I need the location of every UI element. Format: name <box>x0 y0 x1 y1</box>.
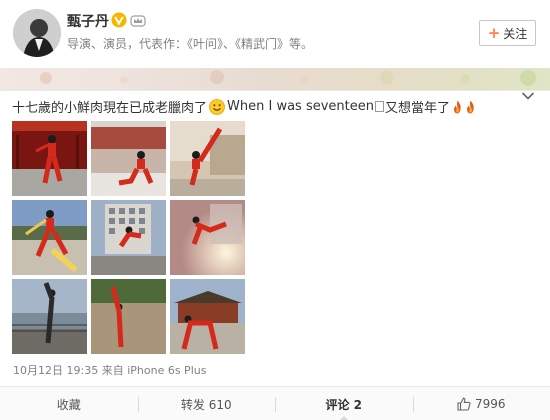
username[interactable]: 甄子丹 <box>67 11 109 31</box>
favorite-button[interactable]: 收藏 <box>0 387 138 420</box>
cover-dot <box>520 70 536 86</box>
martial-arts-photo <box>170 121 245 196</box>
post-image-5[interactable] <box>91 200 166 275</box>
missing-glyph-icon <box>374 101 384 112</box>
like-count: 7996 <box>474 397 506 411</box>
post-image-8[interactable] <box>91 279 166 354</box>
martial-arts-photo <box>91 121 166 196</box>
follow-label: 关注 <box>503 26 528 41</box>
post-image-1[interactable] <box>12 121 87 196</box>
repost-button[interactable]: 转发 610 <box>137 387 276 420</box>
post-image-3[interactable] <box>170 121 245 196</box>
post-text-chinese-2: 又想當年了 <box>384 101 450 116</box>
thumbs-up-icon <box>457 397 471 411</box>
verified-icon <box>111 12 127 28</box>
avatar-image <box>13 9 61 57</box>
avatar[interactable] <box>13 9 61 57</box>
profile-header: 甄子丹 导演、演员，代表作：《叶问》、《精武门》等。 + 关注 <box>0 0 550 68</box>
post-image-9[interactable] <box>170 279 245 354</box>
smile-emoji-icon <box>209 98 225 115</box>
post-date[interactable]: 10月12日 19:35 <box>13 364 98 377</box>
cover-dot <box>300 75 309 84</box>
post-source-prefix: 来自 <box>101 364 124 377</box>
martial-arts-photo <box>12 279 87 354</box>
martial-arts-photo <box>170 200 245 275</box>
martial-arts-photo <box>91 279 166 354</box>
post-text-chinese: 十七歲的小鮮肉現在已成老臘肉了 <box>12 101 208 116</box>
post-text-english: When I was seventeen <box>227 99 374 114</box>
post-card: 十七歲的小鮮肉現在已成老臘肉了 When I was seventeen 又想當… <box>0 90 550 420</box>
fire-emoji-icon <box>467 100 474 113</box>
martial-arts-photo <box>170 279 245 354</box>
post-image-6[interactable] <box>170 200 245 275</box>
chevron-down-icon[interactable] <box>521 91 535 101</box>
cover-dot <box>120 76 128 84</box>
follow-button[interactable]: + 关注 <box>479 20 536 46</box>
post-image-7[interactable] <box>12 279 87 354</box>
fire-emoji-icon <box>454 100 461 113</box>
cover-dot <box>210 70 224 84</box>
cover-dot <box>460 74 470 84</box>
plus-icon: + <box>487 23 501 42</box>
post-meta: 10月12日 19:35 来自 iPhone 6s Plus <box>13 362 206 378</box>
post-source[interactable]: iPhone 6s Plus <box>127 364 206 377</box>
cover-dot <box>40 72 52 84</box>
post-image-4[interactable] <box>12 200 87 275</box>
cover-dot <box>380 71 393 84</box>
post-text: 十七歲的小鮮肉現在已成老臘肉了 When I was seventeen 又想當… <box>12 97 476 116</box>
martial-arts-photo <box>91 200 166 275</box>
member-crown-icon[interactable] <box>130 13 146 27</box>
like-button[interactable]: 7996 <box>412 387 550 420</box>
post-image-2[interactable] <box>91 121 166 196</box>
martial-arts-photo <box>12 121 87 196</box>
comment-label: 评论 2 <box>325 397 363 412</box>
comment-button[interactable]: 评论 2 <box>275 387 413 420</box>
cover-strip <box>0 68 550 90</box>
action-bar: 收藏 转发 610 评论 2 7996 <box>0 386 550 420</box>
favorite-label: 收藏 <box>56 397 81 412</box>
martial-arts-photo <box>12 200 87 275</box>
repost-label: 转发 610 <box>180 397 232 412</box>
profile-bio: 导演、演员，代表作：《叶问》、《精武门》等。 <box>67 37 314 51</box>
